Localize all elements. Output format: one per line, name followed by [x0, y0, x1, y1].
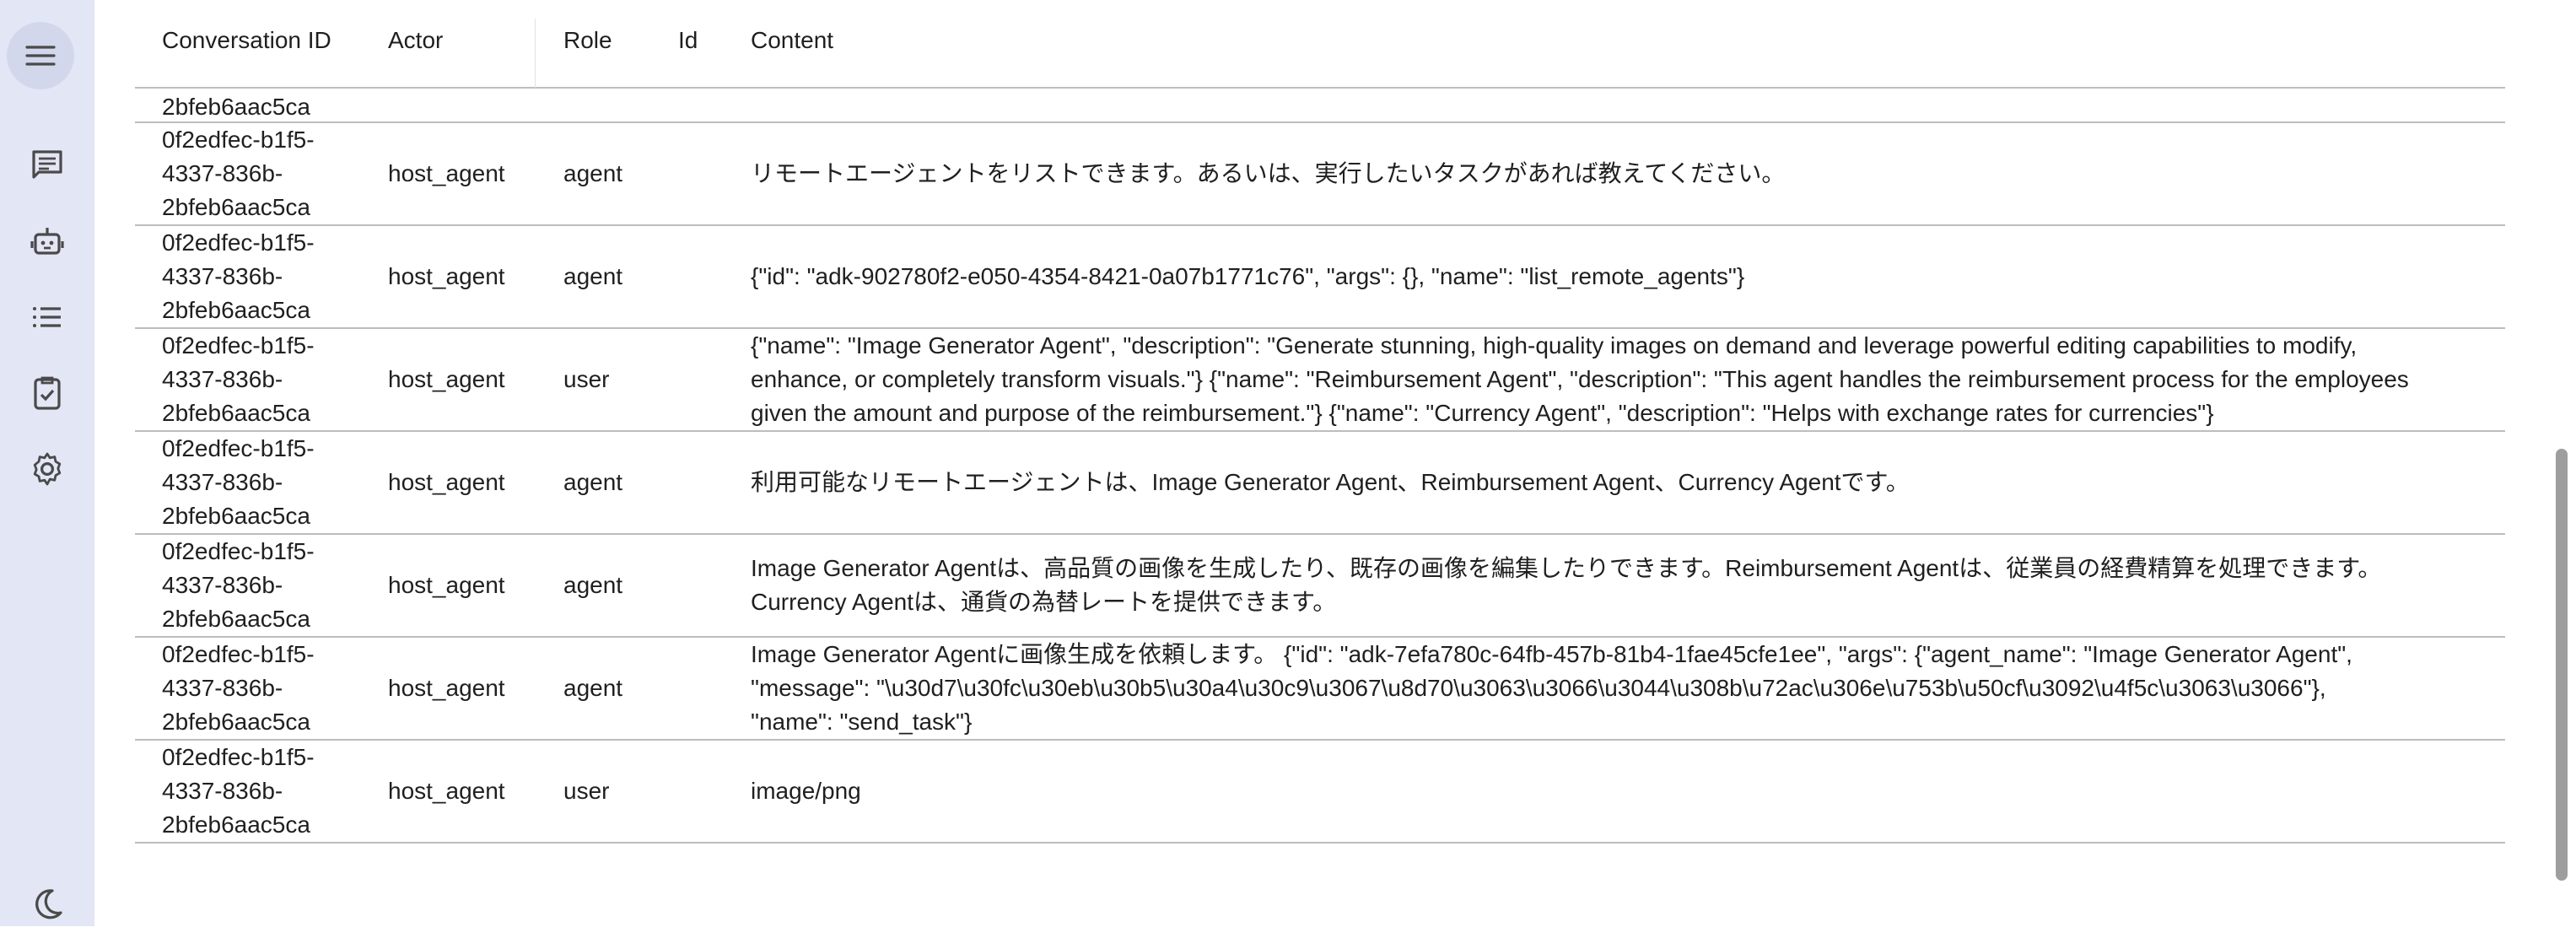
content-line: Image Generator Agentは、高品質の画像を生成したり、既存の画… — [751, 555, 2382, 581]
scrollbar-thumb[interactable] — [2556, 449, 2568, 881]
actor-cell: host_agent — [388, 263, 505, 289]
actor-cell: host_agent — [388, 366, 505, 392]
content-cell: 利用可能なリモートエージェントは、Image Generator Agent、R… — [751, 466, 2488, 499]
list-icon — [33, 307, 61, 327]
header-role[interactable]: Role — [563, 24, 665, 57]
settings-button[interactable] — [7, 435, 88, 503]
conversation-id-line: 0f2edfec-b1f5- — [162, 229, 315, 256]
content-cell: {"id": "adk-902780f2-e050-4354-8421-0a07… — [751, 260, 2488, 294]
task-check-icon — [34, 376, 61, 410]
theme-toggle-button[interactable] — [7, 871, 88, 938]
column-divider — [535, 19, 536, 88]
conversation-id-line: 2bfeb6aac5ca — [162, 400, 310, 426]
role-cell: agent — [563, 572, 623, 598]
content-line: image/png — [751, 778, 861, 804]
content-line: "message": "\u30d7\u30fc\u30eb\u30b5\u30… — [751, 675, 2326, 701]
conversation-id-line: 4337-836b- — [162, 469, 283, 495]
header-id[interactable]: Id — [678, 24, 729, 57]
content-cell: Image Generator Agentは、高品質の画像を生成したり、既存の画… — [751, 552, 2488, 619]
scrollbar[interactable] — [2551, 0, 2569, 926]
conversation-id-line: 4337-836b- — [162, 160, 283, 186]
content-line: given the amount and purpose of the reim… — [751, 400, 2214, 426]
conversation-id-line: 0f2edfec-b1f5- — [162, 332, 315, 358]
conversation-id-cell: 0f2edfec-b1f5- 4337-836b- 2bfeb6aac5ca — [162, 329, 356, 430]
table-row[interactable]: 0f2edfec-b1f5- 4337-836b- 2bfeb6aac5ca host… — [135, 329, 2505, 432]
conversation-id-line: 2bfeb6aac5ca — [162, 811, 310, 838]
table-header: Conversation ID Actor Role Id Content — [135, 0, 2505, 89]
content-line: Currency Agentは、通貨の為替レートを提供できます。 — [751, 589, 1337, 615]
conversation-id-line: 2bfeb6aac5ca — [162, 606, 310, 632]
main-content: Conversation ID Actor Role Id Content 2b… — [94, 0, 2576, 926]
conversation-id-line: 4337-836b- — [162, 366, 283, 392]
content-line: {"id": "adk-902780f2-e050-4354-8421-0a07… — [751, 263, 1745, 289]
content-cell: image/png — [751, 774, 2488, 808]
event-list-button[interactable] — [7, 283, 88, 351]
conversation-id-cell: 0f2edfec-b1f5- 4337-836b- 2bfeb6aac5ca — [162, 432, 356, 533]
conversation-id-cell: 0f2edfec-b1f5- 4337-836b- 2bfeb6aac5ca — [162, 535, 356, 636]
content-cell: リモートエージェントをリストできます。あるいは、実行したいタスクがあれば教えてく… — [751, 157, 2488, 191]
conversation-id-cell: 0f2edfec-b1f5- 4337-836b- 2bfeb6aac5ca — [162, 638, 356, 739]
header-content[interactable]: Content — [751, 24, 2488, 57]
role-cell: agent — [563, 160, 623, 186]
menu-button[interactable] — [7, 22, 74, 89]
conversation-id-line: 2bfeb6aac5ca — [162, 297, 310, 323]
content-line: リモートエージェントをリストできます。あるいは、実行したいタスクがあれば教えてく… — [751, 160, 1786, 186]
conversation-id-line: 2bfeb6aac5ca — [162, 503, 310, 529]
table-row[interactable]: 0f2edfec-b1f5- 4337-836b- 2bfeb6aac5ca host… — [135, 226, 2505, 329]
content-line: "name": "send_task"} — [751, 709, 973, 735]
header-actor[interactable]: Actor — [388, 24, 557, 57]
header-conversation-id[interactable]: Conversation ID — [162, 24, 356, 57]
role-cell: agent — [563, 469, 623, 495]
conversation-id-line: 2bfeb6aac5ca — [162, 709, 310, 735]
conversation-id-line: 2bfeb6aac5ca — [162, 194, 310, 220]
actor-cell: host_agent — [388, 778, 505, 804]
table-row[interactable]: 0f2edfec-b1f5- 4337-836b- 2bfeb6aac5ca host… — [135, 432, 2505, 535]
conversation-id-line: 4337-836b- — [162, 263, 283, 289]
table-row[interactable]: 0f2edfec-b1f5- 4337-836b- 2bfeb6aac5ca host… — [135, 638, 2505, 741]
content-line: enhance, or completely transform visuals… — [751, 366, 2409, 392]
content-line: 利用可能なリモートエージェントは、Image Generator Agent、R… — [751, 469, 1910, 495]
conversation-id-cell: 0f2edfec-b1f5- 4337-836b- 2bfeb6aac5ca — [162, 741, 356, 842]
content-cell: {"name": "Image Generator Agent", "descr… — [751, 329, 2488, 430]
conversation-id-cell: 0f2edfec-b1f5- 4337-836b- 2bfeb6aac5ca — [162, 226, 356, 327]
conversations-button[interactable] — [7, 132, 88, 199]
conversation-id-cell: 0f2edfec-b1f5- 4337-836b- 2bfeb6aac5ca — [162, 123, 356, 224]
role-cell: user — [563, 366, 610, 392]
conversation-id-line: 0f2edfec-b1f5- — [162, 538, 315, 564]
content-cell: Image Generator Agentに画像生成を依頼します。 {"id":… — [751, 638, 2488, 739]
chat-icon — [32, 150, 62, 179]
gear-icon — [33, 452, 62, 486]
sidebar — [0, 0, 94, 926]
table-row[interactable]: 0f2edfec-b1f5- 4337-836b- 2bfeb6aac5ca host… — [135, 741, 2505, 844]
conversation-id-line: 0f2edfec-b1f5- — [162, 435, 315, 461]
table-row[interactable]: 2bfeb6aac5ca — [135, 89, 2505, 123]
conversation-id-line: 4337-836b- — [162, 572, 283, 598]
actor-cell: host_agent — [388, 572, 505, 598]
table-row[interactable]: 0f2edfec-b1f5- 4337-836b- 2bfeb6aac5ca host… — [135, 535, 2505, 638]
conversation-id-cell: 2bfeb6aac5ca — [162, 94, 310, 120]
role-cell: agent — [563, 675, 623, 701]
robot-icon — [30, 228, 64, 255]
actor-cell: host_agent — [388, 469, 505, 495]
table-row[interactable]: 0f2edfec-b1f5- 4337-836b- 2bfeb6aac5ca host… — [135, 123, 2505, 226]
menu-icon — [25, 46, 56, 66]
conversation-id-line: 4337-836b- — [162, 675, 283, 701]
conversation-id-line: 0f2edfec-b1f5- — [162, 127, 315, 153]
actor-cell: host_agent — [388, 160, 505, 186]
actor-cell: host_agent — [388, 675, 505, 701]
conversation-id-line: 0f2edfec-b1f5- — [162, 641, 315, 667]
task-list-button[interactable] — [7, 359, 88, 427]
conversation-id-line: 4337-836b- — [162, 778, 283, 804]
conversation-id-line: 0f2edfec-b1f5- — [162, 744, 315, 770]
content-line: Image Generator Agentに画像生成を依頼します。 {"id":… — [751, 641, 2352, 667]
agents-button[interactable] — [7, 208, 88, 275]
content-line: {"name": "Image Generator Agent", "descr… — [751, 332, 2358, 358]
role-cell: user — [563, 778, 610, 804]
moon-icon — [35, 889, 62, 919]
role-cell: agent — [563, 263, 623, 289]
